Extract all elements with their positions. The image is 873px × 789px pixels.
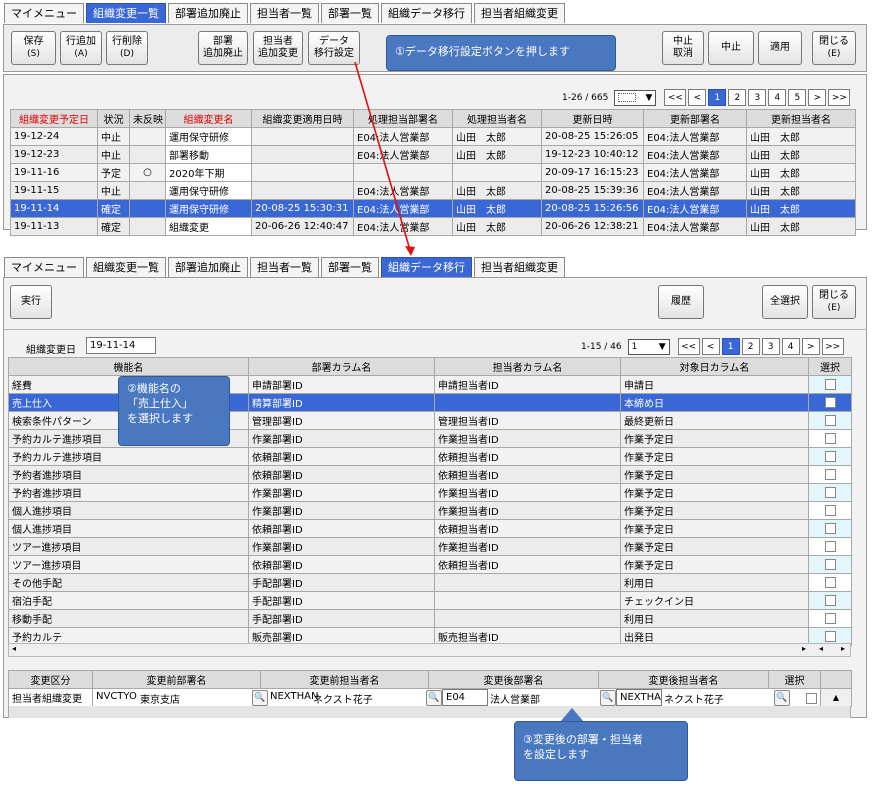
- callout-step3: ③変更後の部署・担当者 を設定します: [514, 721, 688, 781]
- callout3-pointer: [560, 708, 584, 722]
